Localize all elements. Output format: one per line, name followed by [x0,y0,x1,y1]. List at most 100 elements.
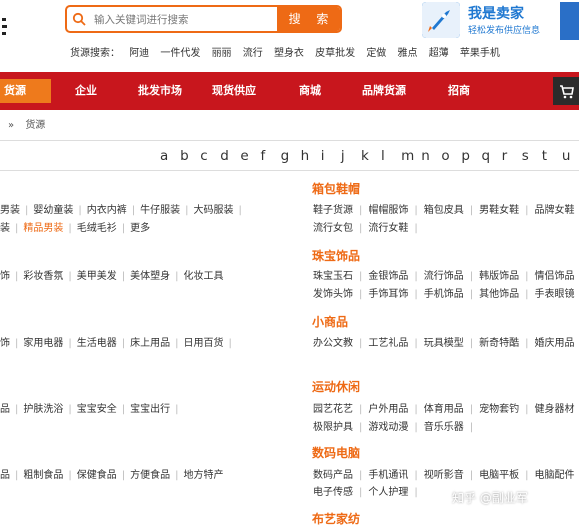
category-link[interactable]: 新奇特酷 [479,338,519,349]
letter-link[interactable]: p [461,148,481,164]
letter-link[interactable]: u [562,148,579,164]
category-link[interactable]: 视听影音 [424,470,464,481]
category-link[interactable]: 极限护具 [313,422,353,433]
category-link[interactable]: 个人护理 [368,487,408,498]
letter-link[interactable]: q [482,148,502,164]
category-link[interactable]: 内衣内裤 [87,205,127,216]
letter-link[interactable]: f [260,148,280,164]
letter-link[interactable]: n [421,148,441,164]
category-link[interactable]: 家用电器 [23,338,63,349]
category-link[interactable]: 美体塑身 [130,271,170,282]
category-link[interactable]: 流行女包 [313,223,353,234]
hot-search-item[interactable]: 皮草批发 [315,48,355,59]
category-link[interactable]: 宠物套钓 [479,404,519,415]
nav-item[interactable]: 商城 [299,72,321,110]
category-link[interactable]: 方便食品 [130,470,170,481]
letter-link[interactable]: s [522,148,542,164]
category-link[interactable]: 手机通讯 [368,470,408,481]
category-link[interactable]: 金银饰品 [368,271,408,282]
category-link[interactable]: 电子传感 [313,487,353,498]
nav-item[interactable]: 企业 [75,72,97,110]
letter-link[interactable]: t [542,148,562,164]
category-link[interactable]: 床上用品 [130,338,170,349]
hot-search-item[interactable]: 流行 [243,48,263,59]
nav-item[interactable]: 招商 [448,72,470,110]
hot-search-item[interactable]: 超薄 [429,48,449,59]
category-link[interactable]: 男装 [0,205,20,216]
category-link[interactable]: 日用百货 [184,338,224,349]
category-link[interactable]: 鞋子货源 [313,205,353,216]
category-link[interactable]: 游戏动漫 [368,422,408,433]
category-link[interactable]: 毛绒毛衫 [77,223,117,234]
category-link[interactable]: 宝宝出行 [130,404,170,415]
category-link[interactable]: 牛仔服装 [140,205,180,216]
category-link[interactable]: 彩妆香氛 [23,271,63,282]
category-link[interactable]: 生活电器 [77,338,117,349]
category-link[interactable]: 箱包皮具 [424,205,464,216]
category-link[interactable]: 流行女鞋 [368,223,408,234]
hot-search-item[interactable]: 丽丽 [212,48,232,59]
category-link[interactable]: 情侣饰品 [535,271,575,282]
letter-link[interactable]: e [240,148,260,164]
nav-item[interactable]: 品牌货源 [362,72,406,110]
category-link[interactable]: 流行饰品 [424,271,464,282]
category-title[interactable]: 小商品 [312,313,348,330]
letter-link[interactable]: i [321,148,341,164]
category-link[interactable]: 园艺花艺 [313,404,353,415]
category-link[interactable]: 宝宝安全 [77,404,117,415]
search-input[interactable]: 输入关键词进行搜索 [94,12,189,27]
category-link[interactable]: 美甲美发 [77,271,117,282]
nav-item-current[interactable]: 货源 [0,79,51,103]
category-link[interactable]: 装 [0,223,10,234]
letter-link[interactable]: a [160,148,180,164]
category-link[interactable]: 其他饰品 [479,289,519,300]
hot-search-item[interactable]: 雅点 [398,48,418,59]
letter-link[interactable]: o [441,148,461,164]
nav-item[interactable]: 现货供应 [212,72,256,110]
category-link[interactable]: 工艺礼品 [368,338,408,349]
letter-link[interactable]: r [502,148,522,164]
category-link[interactable]: 手饰耳饰 [368,289,408,300]
category-link[interactable]: 健身器材 [535,404,575,415]
category-link[interactable]: 粗制食品 [23,470,63,481]
category-link[interactable]: 电脑平板 [479,470,519,481]
category-link[interactable]: 韩版饰品 [479,271,519,282]
nav-item[interactable]: 批发市场 [138,72,182,110]
category-link[interactable]: 保健食品 [77,470,117,481]
category-title[interactable]: 珠宝饰品 [312,247,360,264]
category-link[interactable]: 饰 [0,338,10,349]
letter-link[interactable]: h [301,148,321,164]
category-link[interactable]: 珠宝玉石 [313,271,353,282]
hot-search-item[interactable]: 定做 [366,48,386,59]
search-button[interactable]: 搜 索 [277,7,340,31]
category-link[interactable]: 电脑配件 [535,470,575,481]
seller-promo[interactable]: 我是卖家 轻松发布供应信息 [422,0,558,40]
letter-link[interactable]: m [401,148,421,164]
letter-link[interactable]: k [361,148,381,164]
category-link[interactable]: 品牌女鞋 [535,205,575,216]
letter-link[interactable]: d [220,148,240,164]
category-link[interactable]: 户外用品 [368,404,408,415]
hot-search-item[interactable]: 塑身衣 [274,48,304,59]
category-link[interactable]: 帽帽服饰 [368,205,408,216]
category-link[interactable]: 数码产品 [313,470,353,481]
category-link[interactable]: 大码服装 [194,205,234,216]
category-link[interactable]: 手表眼镜 [535,289,575,300]
category-link[interactable]: 婚庆用品 [535,338,575,349]
hot-search-item[interactable]: 苹果手机 [460,48,500,59]
category-link[interactable]: 品 [0,470,10,481]
category-link[interactable]: 男鞋女鞋 [479,205,519,216]
category-link[interactable]: 体育用品 [424,404,464,415]
category-link[interactable]: 护肤洗浴 [23,404,63,415]
cart-icon[interactable] [553,77,579,105]
letter-link[interactable]: b [180,148,200,164]
letter-link[interactable]: c [200,148,220,164]
category-link[interactable]: 更多 [130,223,150,234]
letter-link[interactable]: g [281,148,301,164]
category-link[interactable]: 音乐乐器 [424,422,464,433]
category-link[interactable]: 品 [0,404,10,415]
category-link[interactable]: 玩具模型 [424,338,464,349]
category-title[interactable]: 数码电脑 [312,444,360,461]
category-link-highlighted[interactable]: 精品男装 [23,223,63,234]
category-title[interactable]: 布艺家纺 [312,510,360,527]
